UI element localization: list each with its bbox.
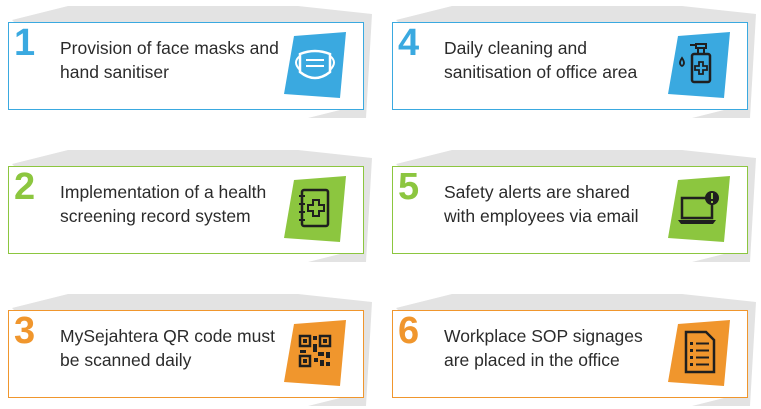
sop-card-5: 5 Safety alerts are shared with employee… [392,150,756,262]
step-number: 5 [398,166,420,208]
laptop-alert-icon [666,176,732,242]
sop-card-6: 6 Workplace SOP signages are placed in t… [392,294,756,406]
step-number: 1 [14,22,36,64]
step-text: Safety alerts are shared with employees … [444,182,639,226]
step-text: MySejahtera QR code must be scanned dail… [60,326,275,370]
face-mask-icon [282,32,348,98]
qr-code-icon [282,320,348,386]
sanitiser-bottle-icon [666,32,732,98]
sop-card-3: 3 MySejahtera QR code must be scanned da… [8,294,372,406]
sop-card-1: 1 Provision of face masks and hand sanit… [8,6,372,118]
step-number: 2 [14,166,36,208]
step-text: Daily cleaning and sanitisation of offic… [444,38,638,82]
step-number: 6 [398,310,420,352]
sop-card-4: 4 Daily cleaning and sanitisation of off… [392,6,756,118]
step-text: Workplace SOP signages are placed in the… [444,326,643,370]
step-text: Implementation of a health screening rec… [60,182,267,226]
checklist-document-icon [666,320,732,386]
medical-record-book-icon [282,176,348,242]
step-number: 4 [398,22,420,64]
step-text: Provision of face masks and hand sanitis… [60,38,279,82]
step-number: 3 [14,310,36,352]
sop-card-2: 2 Implementation of a health screening r… [8,150,372,262]
